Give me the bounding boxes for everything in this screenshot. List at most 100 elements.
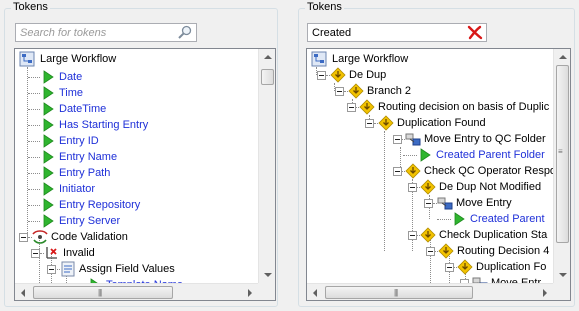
search-input[interactable] (18, 25, 168, 40)
tree-node-label: Routing decision on basis of Duplic (378, 101, 550, 113)
scroll-up-arrow-icon[interactable] (264, 55, 272, 59)
scroll-left-arrow-icon[interactable] (313, 289, 317, 297)
yellow-diamond-icon (457, 259, 473, 275)
tree-connector-line (28, 205, 40, 206)
tree-connector-line (28, 125, 40, 126)
green-play-icon (40, 85, 56, 101)
tree-connector-line (28, 77, 40, 78)
scroll-down-arrow-icon[interactable] (559, 273, 567, 277)
token-search-box[interactable] (15, 23, 197, 42)
tree-node-label: Date (59, 71, 83, 83)
tree-connector-line (384, 131, 385, 251)
tree-connector-line (28, 109, 40, 110)
collapse-toggle-icon[interactable] (347, 103, 356, 112)
tree-node-label: De Dup (349, 69, 387, 81)
collapse-toggle-icon[interactable] (408, 231, 417, 240)
green-play-icon (40, 165, 56, 181)
scroll-thumb[interactable] (261, 69, 274, 85)
green-play-icon (40, 181, 56, 197)
collapse-toggle-icon[interactable] (19, 233, 28, 242)
tree-node-label: Check Duplication Sta (439, 229, 548, 241)
tree-node-label: Large Workflow (332, 53, 409, 65)
scroll-down-arrow-icon[interactable] (264, 273, 272, 277)
green-play-icon (40, 101, 56, 117)
collapse-toggle-icon[interactable] (408, 183, 417, 192)
token-tree[interactable]: Large Workflow Date Time DateTime Has Starti… (14, 48, 276, 301)
yellow-diamond-icon (420, 227, 436, 243)
collapse-toggle-icon[interactable] (424, 199, 433, 208)
search-icon[interactable] (177, 25, 193, 40)
green-play-icon (417, 147, 433, 163)
tree-node-label: Large Workflow (40, 53, 117, 65)
collapse-toggle-icon[interactable] (335, 87, 344, 96)
scroll-thumb[interactable]: ||| (33, 286, 173, 299)
tree-connector-line (28, 93, 40, 94)
tree-node-label: Entry Repository (59, 199, 141, 211)
collapse-toggle-icon[interactable] (47, 265, 56, 274)
collapse-toggle-icon[interactable] (445, 263, 454, 272)
collapse-toggle-icon[interactable] (317, 71, 326, 80)
tree-node-label: Created Parent Folder (436, 149, 545, 161)
token-tree[interactable]: Large Workflow De Dup Branch 2 Routing deci… (306, 48, 571, 301)
tree-node-label: Entry Path (59, 167, 111, 179)
scroll-right-arrow-icon[interactable] (248, 289, 252, 297)
panel-title: Tokens (305, 1, 344, 13)
tree-connector-line (28, 141, 40, 142)
tree-node-label: Has Starting Entry (59, 119, 149, 131)
scroll-thumb[interactable]: ||| (325, 286, 473, 299)
scroll-right-arrow-icon[interactable] (543, 289, 547, 297)
tree-node-label: Duplication Found (397, 117, 486, 129)
collapse-toggle-icon[interactable] (393, 135, 402, 144)
scroll-corner (553, 283, 570, 300)
tree-node-label: De Dup Not Modified (439, 181, 542, 193)
yellow-diamond-icon (438, 243, 454, 259)
tree-node-label: Entry Server (59, 215, 121, 227)
horizontal-scrollbar[interactable]: ||| (307, 283, 553, 300)
tree-node-label: Routing Decision 4 (457, 245, 550, 257)
horizontal-scrollbar[interactable]: ||| (15, 283, 258, 300)
green-play-icon (40, 149, 56, 165)
green-play-icon (40, 133, 56, 149)
tree-node-label: Invalid (63, 247, 95, 259)
yellow-diamond-icon (330, 67, 346, 83)
collapse-toggle-icon[interactable] (426, 247, 435, 256)
yellow-diamond-icon (378, 115, 394, 131)
yellow-diamond-icon (348, 83, 364, 99)
tree-node-label: Created Parent (470, 213, 545, 225)
scroll-left-arrow-icon[interactable] (21, 289, 25, 297)
green-play-icon (451, 211, 467, 227)
tree-connector-line (28, 173, 40, 174)
scroll-corner (258, 283, 275, 300)
tree-node-label: Move Entr (491, 277, 542, 283)
move-entry-icon (437, 195, 453, 211)
scroll-up-arrow-icon[interactable] (559, 55, 567, 59)
tree-node-label: Initiator (59, 183, 96, 195)
workflow-icon (19, 51, 35, 67)
green-play-icon (40, 117, 56, 133)
scroll-thumb[interactable]: ≡ (556, 65, 569, 243)
tokens-panel-right: Tokens Large Workflow De Dup Branch 2 Routi… (298, 1, 575, 307)
search-input[interactable] (310, 25, 460, 40)
tree-node-label: Duplication Fo (476, 261, 547, 273)
tree-connector-line (28, 189, 40, 190)
workflow-icon (311, 51, 327, 67)
red-x-icon[interactable] (467, 25, 483, 40)
vertical-scrollbar[interactable] (258, 49, 275, 283)
tree-connector-line (28, 157, 40, 158)
collapse-toggle-icon[interactable] (365, 119, 374, 128)
panel-title: Tokens (11, 1, 50, 13)
green-play-icon (40, 197, 56, 213)
collapse-toggle-icon[interactable] (31, 249, 40, 258)
tree-node-label: Time (59, 87, 84, 99)
token-search-box[interactable] (307, 23, 487, 42)
yellow-diamond-icon (420, 179, 436, 195)
tree-node-label: Code Validation (51, 231, 128, 243)
tree-connector-line (403, 155, 417, 156)
tree-node-label: Check QC Operator Respo (424, 165, 553, 177)
vertical-scrollbar[interactable]: ≡ (553, 49, 570, 283)
tree-node-label: DateTime (59, 103, 107, 115)
yellow-diamond-icon (405, 163, 421, 179)
move-entry-icon (405, 131, 421, 147)
collapse-toggle-icon[interactable] (393, 167, 402, 176)
tree-node-label: Move Entry (456, 197, 512, 209)
